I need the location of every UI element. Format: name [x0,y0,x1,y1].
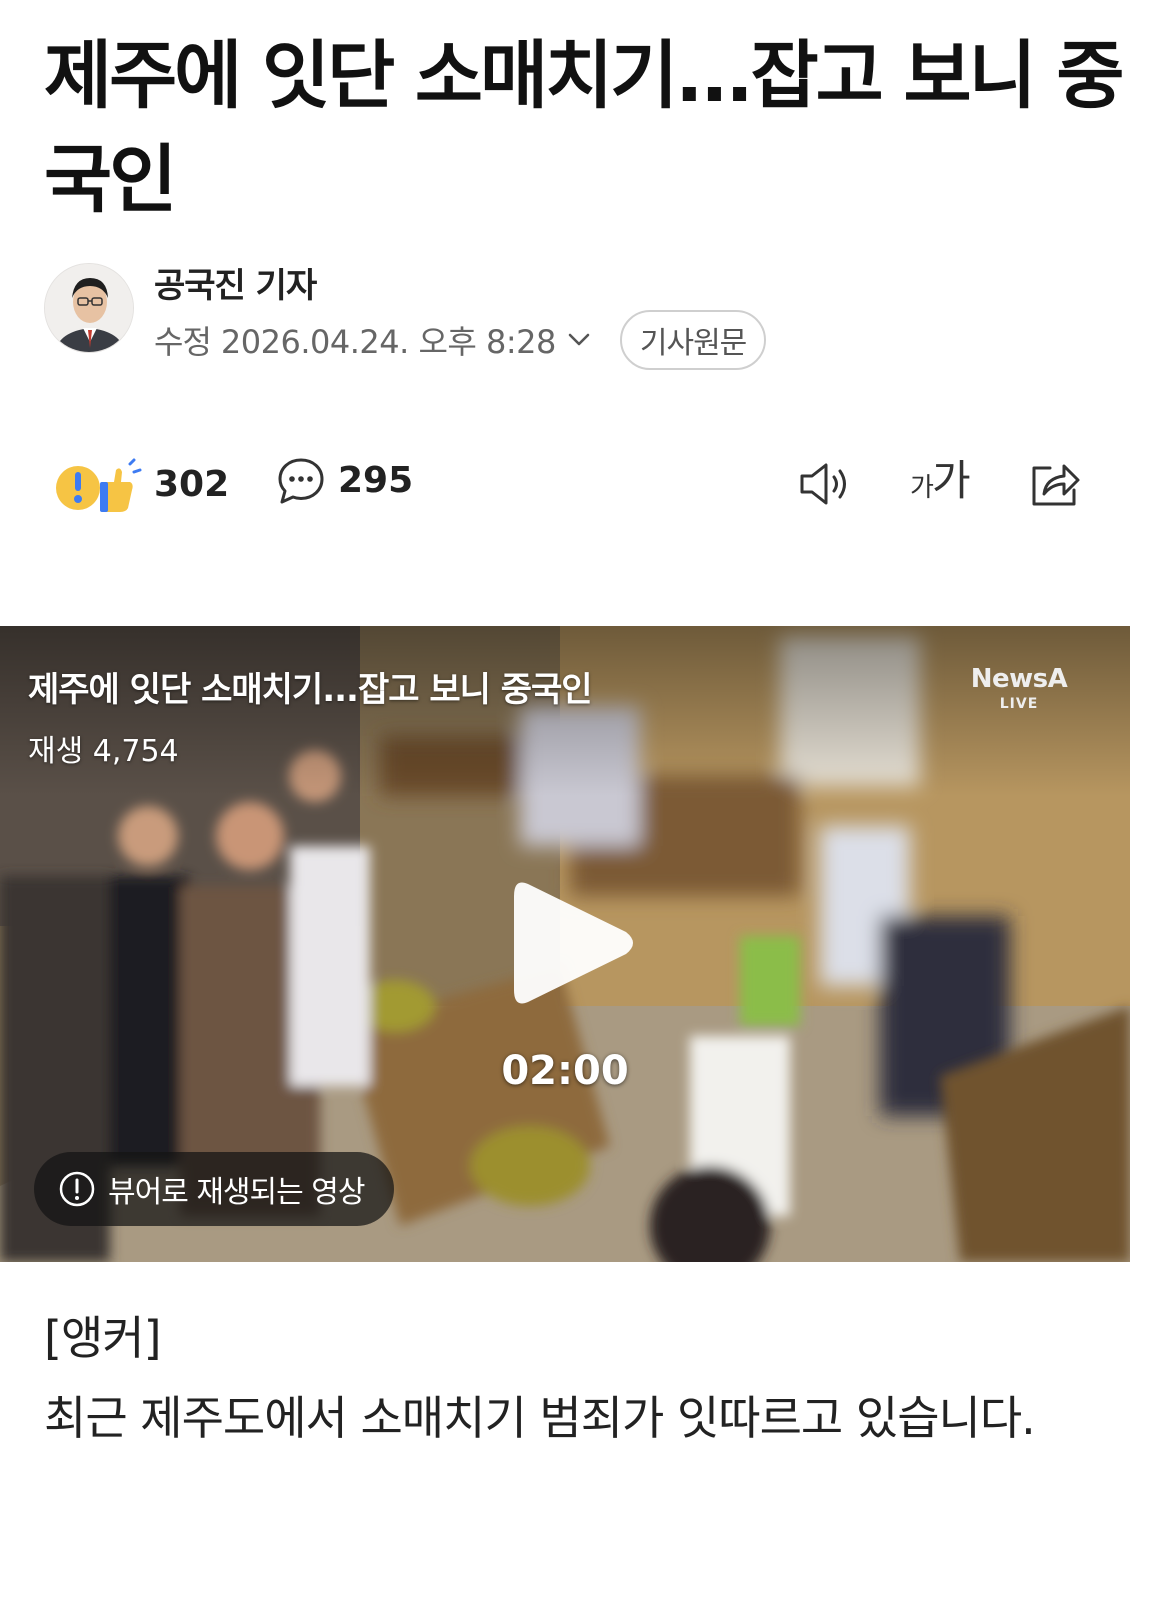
modified-label: 수정 [154,323,212,361]
info-icon [59,1171,95,1207]
reporter-name[interactable]: 공국진 기자 [154,258,317,307]
anchor-label: [앵커] [44,1311,162,1365]
video-title: 제주에 잇단 소매치기...잡고 보니 중국인 [28,670,593,710]
comment-icon[interactable] [276,456,326,506]
reporter-avatar[interactable] [44,263,134,353]
original-article-button[interactable]: 기사원문 [619,310,767,370]
modified-datetime[interactable]: 2026.04.24. 오후 8:28 [221,317,556,363]
speaker-icon[interactable] [798,460,854,508]
play-icon[interactable] [506,872,640,1014]
video-view-count: 재생 4,754 [28,734,179,769]
viewer-notice-badge[interactable]: 뷰어로 재생되는 영상 [34,1152,395,1226]
font-size-icon[interactable]: 가 가 [910,456,976,510]
viewer-notice-text: 뷰어로 재생되는 영상 [108,1175,365,1210]
channel-logo: NewsA LIVE [964,664,1074,720]
reaction-icon[interactable] [54,458,144,514]
byline: 공국진 기자 수정 2026.04.24. 오후 8:28 기사원문 [44,258,1124,370]
article-body: [앵커] 최근 제주도에서 소매치기 범죄가 잇따르고 있습니다. [44,1298,1124,1458]
body-paragraph: 최근 제주도에서 소매치기 범죄가 잇따르고 있습니다. [44,1391,1036,1445]
share-icon[interactable] [1028,458,1082,510]
video-duration: 02:00 [501,1048,629,1094]
chevron-down-icon[interactable] [564,325,594,355]
modified-info: 수정 2026.04.24. 오후 8:28 기사원문 [154,310,767,370]
video-player[interactable]: 제주에 잇단 소매치기...잡고 보니 중국인 재생 4,754 NewsA L… [0,626,1130,1262]
article-action-bar: 302 295 가 가 [44,450,1124,520]
reporter-photo-icon [45,264,133,352]
channel-name: NewsA [970,664,1068,694]
channel-live-label: LIVE [999,696,1039,712]
comment-count: 295 [338,460,414,501]
reaction-count: 302 [154,464,230,505]
article-headline: 제주에 잇단 소매치기...잡고 보니 중국인 [44,33,1125,223]
